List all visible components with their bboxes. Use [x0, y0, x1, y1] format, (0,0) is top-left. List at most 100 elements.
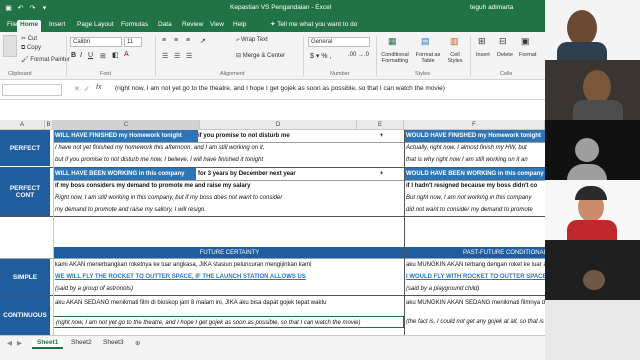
enter-icon[interactable]: ✓ [84, 85, 90, 93]
cell-f-perfect-3[interactable]: that is why right now I am still working… [404, 154, 545, 166]
cell-styles-button[interactable]: Cell Styles [446, 52, 464, 64]
tab-view[interactable]: View [207, 20, 227, 32]
align-right-icon[interactable]: ☰ [186, 52, 192, 60]
cell-c-simple-2[interactable]: WE WILL FLY THE ROCKET TO OUTTER SPACE, … [53, 271, 404, 283]
cell-styles-icon: ▥ [450, 36, 459, 46]
format-painter-button[interactable]: 🖌 Format Painter [21, 56, 70, 63]
tab-formulas[interactable]: Formulas [118, 20, 151, 32]
sheet-tab-2[interactable]: Sheet2 [66, 338, 97, 347]
align-bottom-icon[interactable]: ≡ [186, 37, 190, 44]
cell-c-perfect-cont-2[interactable]: if my boss considers my demand to promot… [53, 180, 353, 192]
cell-f-perfect[interactable]: WOULD HAVE FINISHED my Homework tonight [404, 130, 545, 142]
orientation-icon[interactable]: ↗ [200, 37, 206, 45]
tell-me-box[interactable]: ✦ Tell me what you want to do [270, 20, 357, 28]
cell-f-simple-2[interactable]: I WOULD FLY WITH ROCKET TO OUTTER SPACE,… [404, 271, 545, 283]
format-as-table-button[interactable]: Format as Table [413, 52, 443, 64]
row-number-2: 2 [47, 307, 51, 313]
cell-c-continuous-2-selected[interactable]: (right now, I am not yet go to the theat… [53, 316, 404, 328]
cell-f-perfect-cont-3[interactable]: But right now, I am not working in this … [404, 192, 545, 204]
underline-button[interactable]: U [88, 52, 93, 59]
wrap-text-button[interactable]: ⤶ Wrap Text [236, 37, 268, 44]
col-header-a[interactable]: A [0, 120, 45, 130]
worksheet-grid[interactable]: PERFECT WILL HAVE FINISHED my Homework t… [0, 130, 545, 335]
italic-button[interactable]: I [80, 52, 82, 59]
save-icon[interactable]: ▣ [4, 4, 13, 13]
borders-icon[interactable]: ⊞ [100, 52, 106, 60]
title-bar: ▣ ↶ ↷ ▾ Kepastian VS Pengandaian - Excel… [0, 0, 545, 17]
undo-icon[interactable]: ↶ [16, 4, 25, 13]
tab-help[interactable]: Help [230, 20, 249, 32]
cell-f-perfect-2[interactable]: Actually, right now, I almost finish my … [404, 142, 545, 154]
participant-body [557, 42, 607, 60]
align-middle-icon[interactable]: ≡ [174, 37, 178, 44]
bold-button[interactable]: B [71, 52, 76, 59]
user-name[interactable]: teguh adimarta [470, 4, 513, 11]
tab-home[interactable]: Home [17, 20, 42, 32]
delete-cells-button[interactable]: Delete [497, 52, 513, 58]
cell-f-perfect-cont-4[interactable]: did not want to consider my demand to pr… [404, 204, 545, 216]
sheet-tab-1[interactable]: Sheet1 [32, 338, 64, 349]
name-box[interactable] [2, 84, 62, 96]
cell-c-perfect-cont[interactable]: WILL HAVE BEEN WORKING in this company [53, 168, 196, 180]
col-header-b[interactable]: B [45, 120, 53, 130]
add-sheet-icon[interactable]: ⊕ [130, 338, 145, 348]
cell-c-perfect-2[interactable]: I have not yet finished my homework this… [53, 142, 353, 154]
number-format-select[interactable]: General [308, 37, 370, 47]
font-color-icon[interactable]: A [124, 51, 129, 58]
conditional-formatting-icon: ▦ [388, 36, 397, 46]
cell-e-perfect-cont[interactable]: + [357, 168, 404, 180]
separator [470, 36, 471, 76]
cell-c-simple-3[interactable]: (said by a group of astronots) [53, 283, 404, 295]
cell-f-simple-3[interactable]: (said by a playground child) [404, 283, 545, 295]
cell-f-simple-1[interactable]: aku MUNGKIN AKAN terbang dengan roket ke… [404, 259, 545, 271]
col-header-c[interactable]: C [53, 120, 200, 130]
participant-body [573, 100, 623, 120]
fx-icon[interactable]: fx [96, 84, 101, 91]
paste-button[interactable] [3, 35, 17, 57]
cell-c-perfect[interactable]: WILL HAVE FINISHED my Homework tonight [53, 130, 198, 142]
cell-d-perfect-cont[interactable]: for 3 years by December next year [196, 168, 356, 180]
format-cells-button[interactable]: Format [519, 52, 536, 58]
col-header-e[interactable]: E [357, 120, 404, 130]
fill-color-icon[interactable]: ◧ [112, 51, 119, 59]
cell-c-simple-1[interactable]: kami AKAN menerbangkan roketnya ke luar … [53, 259, 404, 271]
conditional-formatting-button[interactable]: Conditional Formatting [380, 52, 410, 64]
sheet-tab-3[interactable]: Sheet3 [98, 338, 129, 347]
cell-f-perfect-cont-2[interactable]: if I hadn't resigned because my boss did… [404, 180, 545, 192]
cancel-icon[interactable]: ✕ [74, 85, 80, 93]
cell-c-perfect-cont-3[interactable]: Right now, I am still working in this co… [53, 192, 353, 204]
col-header-d[interactable]: D [200, 120, 357, 130]
tab-review[interactable]: Review [179, 20, 206, 32]
tab-data[interactable]: Data [155, 20, 175, 32]
col-header-f[interactable]: F [404, 120, 545, 130]
decimal-icon[interactable]: .00 →.0 [348, 52, 369, 58]
tab-page-layout[interactable]: Page Layout [74, 20, 117, 32]
cell-f-continuous-2[interactable]: (the fact is, I could not get any gojek … [404, 316, 545, 328]
cell-f-perfect-cont[interactable]: WOULD HAVE BEEN WORKING in this company [404, 168, 545, 180]
align-left-icon[interactable]: ☰ [162, 52, 168, 60]
formula-input[interactable]: (right now, I am not yet go to the theat… [115, 85, 445, 92]
cell-c-perfect-cont-4[interactable]: my demand to promote and raise my sallor… [53, 204, 353, 216]
category-perfect: PERFECT [0, 130, 50, 166]
currency-icon[interactable]: $ ▾ % , [310, 52, 331, 60]
cell-d-perfect[interactable]: if you promise to not disturb me [196, 130, 356, 142]
category-perfect-cont: PERFECT CONT [0, 168, 50, 216]
cell-c-continuous-1[interactable]: aku AKAN SEDANG menikmati film di biosko… [53, 297, 404, 309]
category-simple: SIMPLE [0, 259, 50, 295]
align-center-icon[interactable]: ☰ [174, 52, 180, 60]
cell-f-continuous-1[interactable]: aku MUNGKIN AKAN SEDANG menikmati filmny… [404, 297, 545, 309]
font-name-select[interactable]: Calibri [70, 37, 122, 47]
cell-c-perfect-3[interactable]: but if you promise to not disturb me now… [53, 154, 393, 166]
cut-button[interactable]: ✂ Cut [21, 35, 37, 42]
next-sheet-icon[interactable]: ▶ [12, 338, 27, 348]
copy-button[interactable]: ⧉ Copy [21, 45, 41, 52]
align-top-icon[interactable]: ≡ [162, 37, 166, 44]
font-size-select[interactable]: 11 [124, 37, 142, 47]
insert-cells-button[interactable]: Insert [476, 52, 490, 58]
cell-e-perfect[interactable]: + [357, 130, 404, 142]
row-divider [0, 216, 545, 217]
merge-center-button[interactable]: ⊟ Merge & Center [236, 52, 285, 59]
redo-icon[interactable]: ↷ [28, 4, 37, 13]
quick-access-menu-icon[interactable]: ▾ [40, 4, 49, 13]
tab-insert[interactable]: Insert [46, 20, 68, 32]
